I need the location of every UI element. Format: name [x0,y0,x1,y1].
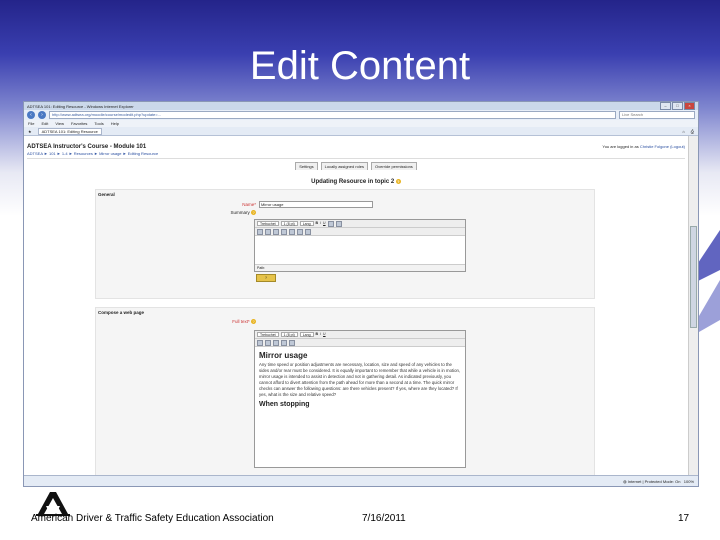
star-icon[interactable]: ★ [28,129,32,134]
menu-tools[interactable]: Tools [94,121,103,126]
content-subheading: When stopping [259,401,310,409]
align-left-icon[interactable] [257,340,263,347]
slide: Edit Content ADTSEA 101: Editing Resourc… [0,0,720,540]
italic-icon[interactable]: I [320,332,321,337]
editor-path: Path: [255,264,465,272]
image-icon[interactable] [297,229,303,236]
align-center-icon[interactable] [265,340,271,347]
align-left-icon[interactable] [257,229,263,236]
vertical-scrollbar[interactable] [688,136,698,476]
font-select[interactable]: Trebuchet [257,332,279,338]
help-icon[interactable]: ? [395,179,401,184]
slide-title: Edit Content [249,44,471,88]
status-bar: ◍ Internet | Protected Mode: On 100% [24,475,698,486]
content-body: Any time speed or position adjustments a… [259,362,461,398]
globe-icon: ◍ [623,478,627,484]
home-icon[interactable]: ⌂ [682,129,684,134]
fulltext-label: Full text* ? [232,319,256,325]
summary-label: Summary ? [230,210,256,216]
menu-bar: File Edit View Favorites Tools Help [24,120,698,127]
search-input[interactable]: Live Search [619,111,695,119]
link-icon[interactable] [281,340,287,347]
table-icon[interactable] [305,229,311,236]
content-heading: Mirror usage [259,351,308,361]
undo-icon[interactable] [327,221,334,228]
redo-icon[interactable] [335,221,342,228]
size-select[interactable]: 1 (8 pt) [280,221,298,227]
font-select[interactable]: Trebuchet [257,221,279,227]
menu-favorites[interactable]: Favorites [71,121,87,126]
page-heading: Updating Resource in topic 2 ? [311,179,401,186]
footer-date: 7/16/2011 [362,513,406,524]
login-info: You are logged in as Christie Folgone (L… [602,144,685,149]
status-zone: Internet | Protected Mode: On [627,478,681,484]
browser-window: ADTSEA 101: Editing Resource - Windows I… [23,101,699,487]
editor-toolbar: Trebuchet 1 (8 pt) Lang B I U [255,220,465,229]
general-section: General Name* Mirror usage Summary ? Tre… [95,189,595,300]
size-select[interactable]: 1 (8 pt) [280,332,298,338]
print-icon[interactable]: ⎙ [691,129,694,134]
scrollbar-thumb[interactable] [690,226,697,328]
favorites-bar: ★ ADTSEA 101: Editing Resource ⌂ ⎙ [24,127,698,136]
maximize-button[interactable]: □ [672,102,683,110]
editor-help-button[interactable]: ? [256,274,276,283]
compose-section: Compose a web page Full text* ? Trebuche… [95,307,595,486]
browser-tab[interactable]: ADTSEA 101: Editing Resource [37,127,102,135]
close-button[interactable]: × [684,102,695,110]
menu-view[interactable]: View [55,121,64,126]
list-icon[interactable] [273,340,279,347]
minimize-button[interactable]: – [660,102,671,110]
tab-local-roles[interactable]: Locally assigned roles [320,162,368,170]
editor-toolbar-2 [255,228,465,237]
lang-select[interactable]: Lang [299,221,314,227]
summary-editor[interactable]: Trebuchet 1 (8 pt) Lang B I U Path: [254,219,466,273]
url-field[interactable]: http://www.adtsea.org/moodle/course/mode… [49,111,616,119]
underline-icon[interactable]: U [323,332,326,337]
lang-select[interactable]: Lang [299,332,314,338]
course-title: ADTSEA Instructor's Course - Module 101 [27,144,147,150]
footer-page-number: 17 [678,513,690,524]
forward-icon[interactable]: › [38,111,46,119]
align-center-icon[interactable] [265,229,271,236]
menu-edit[interactable]: Edit [41,121,48,126]
fulltext-editor[interactable]: Trebuchet 1 (8 pt) Lang B I U Mirror usa… [254,330,466,469]
help-icon[interactable]: ? [251,319,256,325]
summary-text-area[interactable] [255,236,465,264]
menu-help[interactable]: Help [111,121,119,126]
zoom-level[interactable]: 100% [684,479,694,484]
image-icon[interactable] [289,340,295,347]
bold-icon[interactable]: B [316,332,319,337]
list-icon[interactable] [281,229,287,236]
page-content: ADTSEA Instructor's Course - Module 101 … [24,136,688,486]
link-icon[interactable] [289,229,295,236]
address-bar: ‹ › http://www.adtsea.org/moodle/course/… [24,110,698,120]
footer-org: American Driver & Traffic Safety Educati… [31,513,274,524]
breadcrumb[interactable]: ADTSEA ► 101 ► 1-4 ► Resources ► Mirror … [27,150,685,159]
underline-icon[interactable]: U [323,221,326,226]
compose-label: Compose a web page [98,310,145,316]
tab-settings[interactable]: Settings [295,162,318,170]
italic-icon[interactable]: I [320,221,321,226]
back-icon[interactable]: ‹ [27,111,35,119]
help-icon[interactable]: ? [251,210,256,216]
general-label: General [98,192,115,198]
align-right-icon[interactable] [273,229,279,236]
menu-file[interactable]: File [28,121,34,126]
editor-toolbar: Trebuchet 1 (8 pt) Lang B I U [255,331,465,340]
name-input[interactable]: Mirror usage [259,201,373,209]
login-user-link[interactable]: Christie Folgone (Logout) [640,144,685,149]
tab-bar: Settings Locally assigned roles Override… [27,162,685,170]
tab-override-permissions[interactable]: Override permissions [371,162,417,170]
name-label: Name* [242,202,256,208]
bold-icon[interactable]: B [316,221,319,226]
fulltext-area[interactable]: Mirror usage Any time speed or position … [255,347,465,467]
window-titlebar: ADTSEA 101: Editing Resource - Windows I… [24,102,698,110]
editor-toolbar-2 [255,339,465,348]
window-title: ADTSEA 101: Editing Resource - Windows I… [27,103,134,109]
